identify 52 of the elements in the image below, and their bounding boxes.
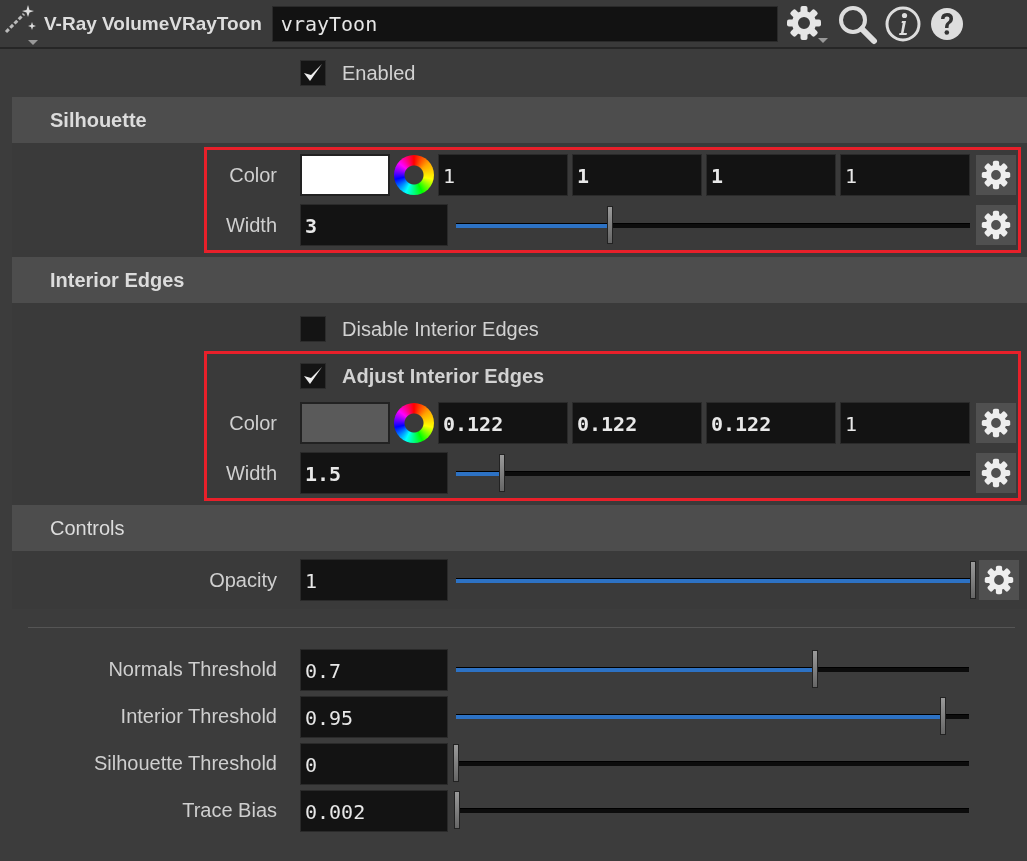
value-field[interactable]: 0.95: [300, 695, 448, 738]
value-field[interactable]: 0.122: [706, 402, 836, 444]
parameter-label: Trace Bias: [181, 799, 277, 822]
slider-handle[interactable]: [607, 205, 614, 244]
parameter-label: Silhouette Threshold: [92, 752, 277, 775]
checkbox[interactable]: [300, 60, 326, 86]
settings-button[interactable]: [979, 560, 1019, 600]
info-icon[interactable]: [883, 4, 922, 43]
value-field[interactable]: 1.5: [300, 452, 448, 494]
value-field[interactable]: 1: [840, 154, 970, 196]
value-field[interactable]: 1: [706, 154, 836, 196]
checkbox[interactable]: [300, 316, 326, 342]
checkbox-label: Adjust Interior Edges: [342, 364, 545, 388]
value-field[interactable]: 1: [438, 154, 568, 196]
parameter-label: Width: [224, 461, 277, 485]
slider-handle[interactable]: [812, 650, 819, 688]
slider-handle[interactable]: [970, 560, 976, 599]
parameter-label: Color: [228, 411, 277, 435]
value-field[interactable]: 1: [840, 402, 970, 444]
value-field[interactable]: 0.122: [572, 402, 702, 444]
node-name-field[interactable]: vrayToon: [271, 5, 778, 42]
settings-button[interactable]: [976, 403, 1016, 443]
color-swatch[interactable]: [300, 154, 390, 196]
section-header[interactable]: Silhouette: [12, 97, 1027, 143]
slider-handle[interactable]: [940, 697, 947, 735]
slider-handle[interactable]: [499, 453, 506, 492]
parameter-label: Color: [228, 163, 277, 187]
color-wheel-icon[interactable]: [394, 155, 434, 195]
settings-button[interactable]: [976, 205, 1016, 245]
section-header[interactable]: Controls: [12, 505, 1027, 551]
color-swatch[interactable]: [300, 402, 390, 444]
settings-button[interactable]: [976, 155, 1016, 195]
parameter-label: Normals Threshold: [107, 658, 277, 681]
parameter-label: Width: [224, 213, 277, 237]
checkbox-label: Disable Interior Edges: [342, 317, 539, 341]
value-field[interactable]: 0: [300, 742, 448, 785]
checkbox[interactable]: [300, 363, 326, 389]
value-field[interactable]: 0.002: [300, 789, 448, 832]
parameter-label: Opacity: [208, 568, 277, 592]
node-type-title: V-Ray VolumeVRayToon: [44, 12, 262, 35]
value-field[interactable]: 1: [300, 559, 448, 601]
slider-handle[interactable]: [453, 744, 459, 782]
settings-button[interactable]: [976, 453, 1016, 493]
section-header[interactable]: Interior Edges: [12, 257, 1027, 303]
value-field[interactable]: 3: [300, 204, 448, 246]
value-field[interactable]: 0.7: [300, 648, 448, 691]
parameter-label: Interior Threshold: [119, 705, 277, 728]
color-wheel-icon[interactable]: [394, 403, 434, 443]
value-field[interactable]: 1: [572, 154, 702, 196]
value-field[interactable]: 0.122: [438, 402, 568, 444]
checkbox-label: Enabled: [342, 61, 416, 85]
slider-handle[interactable]: [454, 791, 460, 829]
